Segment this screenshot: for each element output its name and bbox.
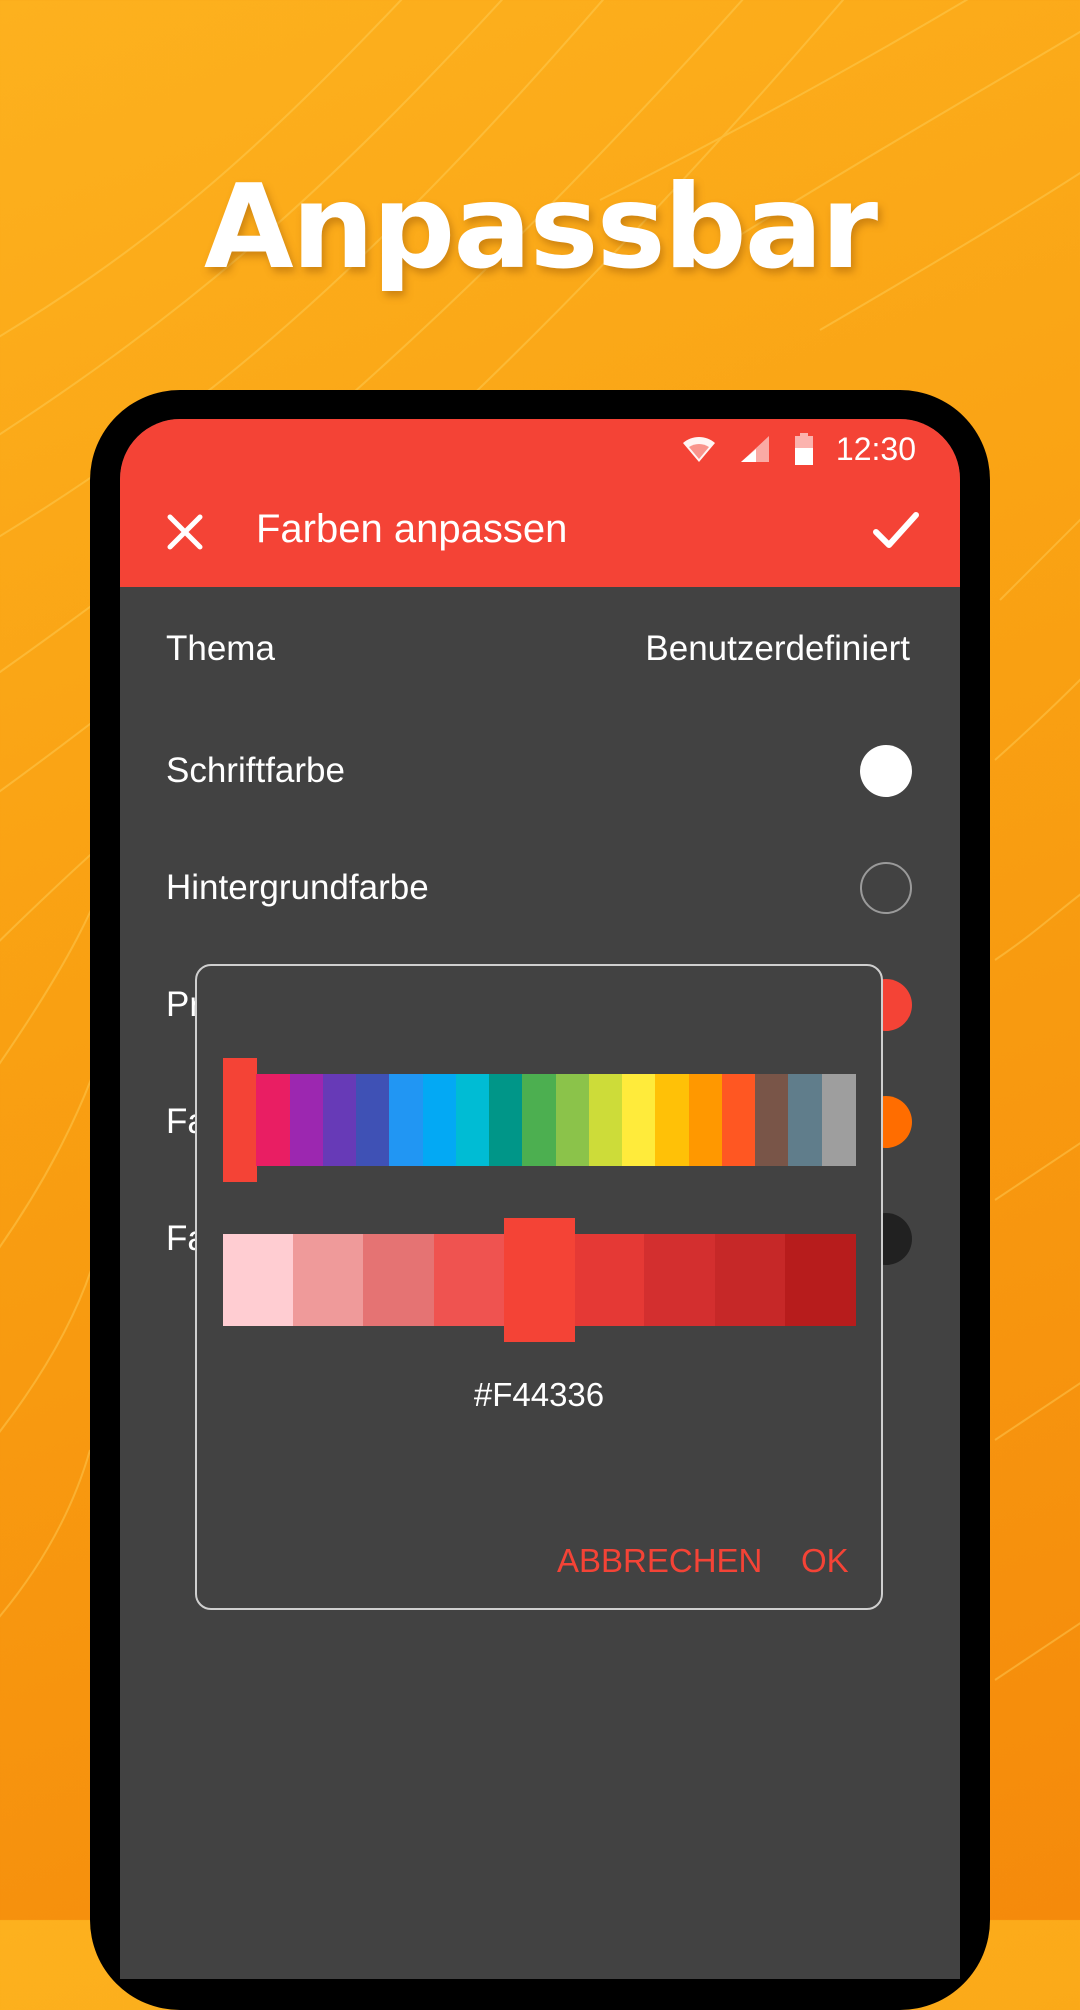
shade-swatch[interactable] [644,1234,716,1326]
hue-swatch[interactable] [555,1074,590,1166]
font-color-label: Schriftfarbe [166,751,345,790]
shade-strip[interactable] [223,1218,856,1342]
hue-swatch[interactable] [522,1074,557,1166]
background-color-row[interactable]: Hintergrundfarbe [120,838,960,938]
battery-icon [794,433,813,465]
signal-icon [740,436,769,462]
shade-swatch[interactable] [433,1234,505,1326]
page-title: Farben anpassen [256,507,568,551]
background-color-label: Hintergrundfarbe [166,868,429,907]
theme-label: Thema [166,629,275,668]
theme-row[interactable]: Thema Benutzerdefiniert [120,599,960,699]
hex-value: #F44336 [473,1376,605,1413]
hue-swatch[interactable] [489,1074,524,1166]
hue-swatch[interactable] [389,1074,424,1166]
shade-swatch-selected[interactable] [503,1218,575,1342]
app-bar: Farben anpassen [120,477,960,587]
hue-swatch[interactable] [455,1074,490,1166]
hue-swatch[interactable] [622,1074,657,1166]
close-icon[interactable] [162,509,208,555]
hue-swatch[interactable] [688,1074,723,1166]
status-bar: 12:30 [120,419,960,477]
hue-swatch[interactable] [788,1074,823,1166]
wifi-icon [682,437,715,462]
hue-swatch[interactable] [356,1074,391,1166]
shade-swatch[interactable] [363,1234,435,1326]
headline: Anpassbar [203,160,878,295]
background-color-swatch[interactable] [860,862,912,914]
hue-swatch[interactable] [821,1074,856,1166]
shade-swatch[interactable] [223,1234,294,1326]
hue-swatch[interactable] [256,1074,291,1166]
hue-swatch[interactable] [422,1074,457,1166]
hue-swatch[interactable] [588,1074,623,1166]
hue-swatch[interactable] [721,1074,756,1166]
hue-swatch[interactable] [755,1074,790,1166]
cancel-button[interactable]: ABBRECHEN [557,1542,762,1580]
theme-value: Benutzerdefiniert [645,629,910,668]
hue-swatch[interactable] [289,1074,324,1166]
hue-swatch-selected[interactable] [223,1058,257,1182]
shade-swatch[interactable] [293,1234,365,1326]
status-time: 12:30 [835,430,916,467]
shade-swatch[interactable] [784,1234,856,1326]
hue-strip[interactable] [223,1058,856,1182]
hue-swatch[interactable] [322,1074,357,1166]
check-icon[interactable] [870,505,922,557]
shade-swatch[interactable] [714,1234,786,1326]
font-color-row[interactable]: Schriftfarbe [120,721,960,821]
ok-button[interactable]: OK [801,1542,849,1580]
hue-swatch[interactable] [655,1074,690,1166]
shade-swatch[interactable] [574,1234,646,1326]
color-picker-dialog: #F44336 ABBRECHEN OK [195,964,883,1610]
font-color-swatch[interactable] [860,745,912,797]
